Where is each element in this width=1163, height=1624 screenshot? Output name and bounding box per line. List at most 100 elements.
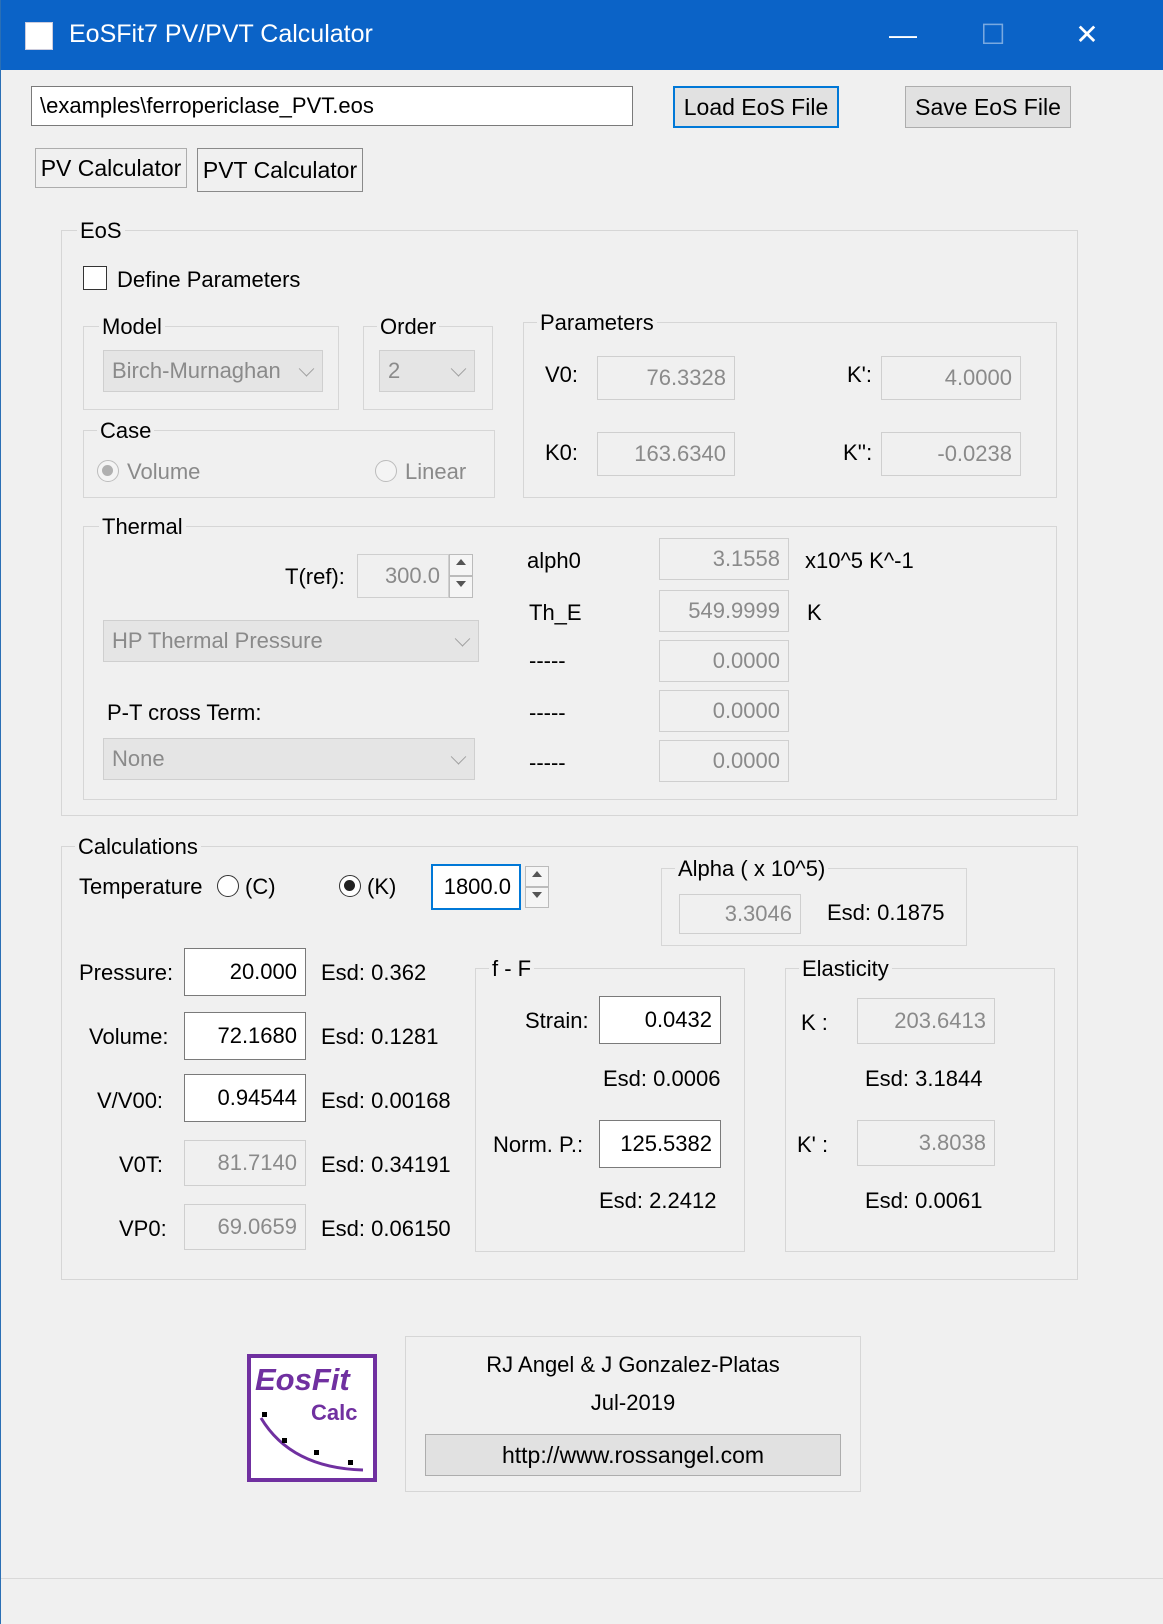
tab-pv-calculator[interactable]: PV Calculator — [35, 148, 187, 188]
strain-input[interactable]: 0.0432 — [599, 996, 721, 1044]
define-parameters-label: Define Parameters — [117, 267, 301, 292]
calculations-title: Calculations — [75, 834, 201, 860]
kprime-field[interactable]: 4.0000 — [881, 356, 1021, 400]
kdoubleprime-label: K'': — [843, 440, 873, 465]
thermal-param-label: ----- — [529, 700, 566, 725]
vv00-label: V/V00: — [97, 1088, 164, 1113]
status-divider — [1, 1578, 1163, 1579]
case-volume-label: Volume — [127, 459, 201, 484]
title-bar: EoSFit7 PV/PVT Calculator — ☐ ✕ — [1, 0, 1163, 70]
website-link-button[interactable]: http://www.rossangel.com — [425, 1434, 841, 1476]
temp-kelvin-radio[interactable] — [339, 875, 361, 897]
temp-kelvin-label: (K) — [367, 874, 397, 899]
thermal-param-label: ----- — [529, 750, 566, 775]
vp0-label: VP0: — [119, 1216, 167, 1241]
v0-label: V0: — [545, 362, 579, 387]
normp-esd: Esd: 2.2412 — [599, 1188, 717, 1213]
v0t-esd: Esd: 0.34191 — [321, 1152, 451, 1177]
chevron-down-icon — [450, 361, 467, 377]
v0t-field[interactable]: 81.7140 — [184, 1140, 306, 1186]
volume-input[interactable]: 72.1680 — [184, 1012, 306, 1060]
app-icon — [25, 22, 53, 50]
alpha-esd: Esd: 0.1875 — [827, 900, 945, 925]
logo-curve-icon — [259, 1412, 364, 1472]
pt-cross-term-select[interactable]: None — [103, 738, 475, 780]
fF-title: f - F — [489, 956, 535, 982]
strain-esd: Esd: 0.0006 — [603, 1066, 721, 1091]
pt-cross-term-label: P-T cross Term: — [107, 700, 262, 725]
temperature-label: Temperature — [79, 874, 203, 899]
chevron-down-icon — [298, 361, 315, 377]
k0-field[interactable]: 163.6340 — [597, 432, 735, 476]
tref-label: T(ref): — [285, 564, 345, 589]
volume-esd: Esd: 0.1281 — [321, 1024, 439, 1049]
k0-label: K0: — [545, 440, 579, 465]
pressure-input[interactable]: 20.000 — [184, 948, 306, 996]
maximize-button[interactable]: ☐ — [953, 0, 1033, 70]
define-parameters-checkbox[interactable] — [83, 266, 107, 290]
model-select[interactable]: Birch-Murnaghan — [103, 350, 323, 392]
model-label: Model — [99, 314, 165, 340]
thermal-param-field[interactable]: 0.0000 — [659, 690, 789, 732]
vp0-field[interactable]: 69.0659 — [184, 1204, 306, 1250]
tref-field[interactable]: 300.0 — [357, 554, 449, 598]
thermal-param-field[interactable]: 0.0000 — [659, 640, 789, 682]
kdoubleprime-field[interactable]: -0.0238 — [881, 432, 1021, 476]
app-window: EoSFit7 PV/PVT Calculator — ☐ ✕ \example… — [0, 0, 1163, 1624]
thermal-param-label: Th_E — [529, 600, 582, 625]
vp0-esd: Esd: 0.06150 — [321, 1216, 451, 1241]
elasticity-title: Elasticity — [799, 956, 892, 982]
model-select-value: Birch-Murnaghan — [112, 358, 281, 383]
kprime-calc-label: K' : — [797, 1132, 829, 1157]
authors-text: RJ Angel & J Gonzalez-Platas — [486, 1352, 780, 1377]
case-linear-label: Linear — [405, 459, 467, 484]
close-button[interactable]: ✕ — [1047, 0, 1127, 70]
window-title: EoSFit7 PV/PVT Calculator — [69, 20, 373, 48]
order-select[interactable]: 2 — [379, 350, 475, 392]
thermal-model-value: HP Thermal Pressure — [112, 628, 323, 653]
vv00-input[interactable]: 0.94544 — [184, 1074, 306, 1122]
thermal-model-select[interactable]: HP Thermal Pressure — [103, 620, 479, 662]
k-field[interactable]: 203.6413 — [857, 998, 995, 1044]
thermal-param-field[interactable]: 549.9999 — [659, 590, 789, 632]
load-eos-file-button[interactable]: Load EoS File — [673, 86, 839, 128]
case-label: Case — [97, 418, 155, 444]
minimize-button[interactable]: — — [863, 0, 943, 70]
tref-spinner[interactable] — [449, 554, 473, 598]
volume-label: Volume: — [89, 1024, 169, 1049]
thermal-param-field[interactable]: 3.1558 — [659, 538, 789, 580]
temperature-input[interactable]: 1800.0 — [431, 864, 521, 910]
temp-celsius-radio[interactable] — [217, 875, 239, 897]
temperature-spinner[interactable] — [525, 866, 549, 908]
temp-celsius-label: (C) — [245, 874, 276, 899]
normp-input[interactable]: 125.5382 — [599, 1120, 721, 1168]
date-text: Jul-2019 — [590, 1390, 676, 1415]
v0-field[interactable]: 76.3328 — [597, 356, 735, 400]
kprime-calc-esd: Esd: 0.0061 — [865, 1188, 983, 1213]
chevron-down-icon — [454, 631, 471, 647]
strain-label: Strain: — [525, 1008, 589, 1033]
kprime-label: K': — [847, 362, 872, 387]
thermal-param-unit: x10^5 K^-1 — [805, 548, 914, 573]
thermal-param-label: alph0 — [527, 548, 581, 573]
chevron-down-icon — [450, 749, 467, 765]
tab-pvt-calculator[interactable]: PVT Calculator — [197, 148, 363, 192]
vv00-esd: Esd: 0.00168 — [321, 1088, 451, 1113]
k-esd: Esd: 3.1844 — [865, 1066, 983, 1091]
order-label: Order — [377, 314, 440, 340]
save-eos-file-button[interactable]: Save EoS File — [905, 86, 1071, 128]
pressure-esd: Esd: 0.362 — [321, 960, 427, 985]
thermal-param-label: ----- — [529, 648, 566, 673]
thermal-param-unit: K — [807, 600, 822, 625]
parameters-label: Parameters — [537, 310, 657, 336]
eos-file-path-field[interactable]: \examples\ferropericlase_PVT.eos — [31, 86, 633, 126]
alpha-field[interactable]: 3.3046 — [679, 894, 801, 934]
case-volume-radio[interactable] — [97, 460, 119, 482]
kprime-calc-field[interactable]: 3.8038 — [857, 1120, 995, 1166]
normp-label: Norm. P.: — [493, 1132, 584, 1157]
case-linear-radio[interactable] — [375, 460, 397, 482]
pressure-label: Pressure: — [79, 960, 174, 985]
thermal-param-field[interactable]: 0.0000 — [659, 740, 789, 782]
thermal-label: Thermal — [99, 514, 186, 540]
alpha-title: Alpha ( x 10^5) — [675, 856, 829, 882]
